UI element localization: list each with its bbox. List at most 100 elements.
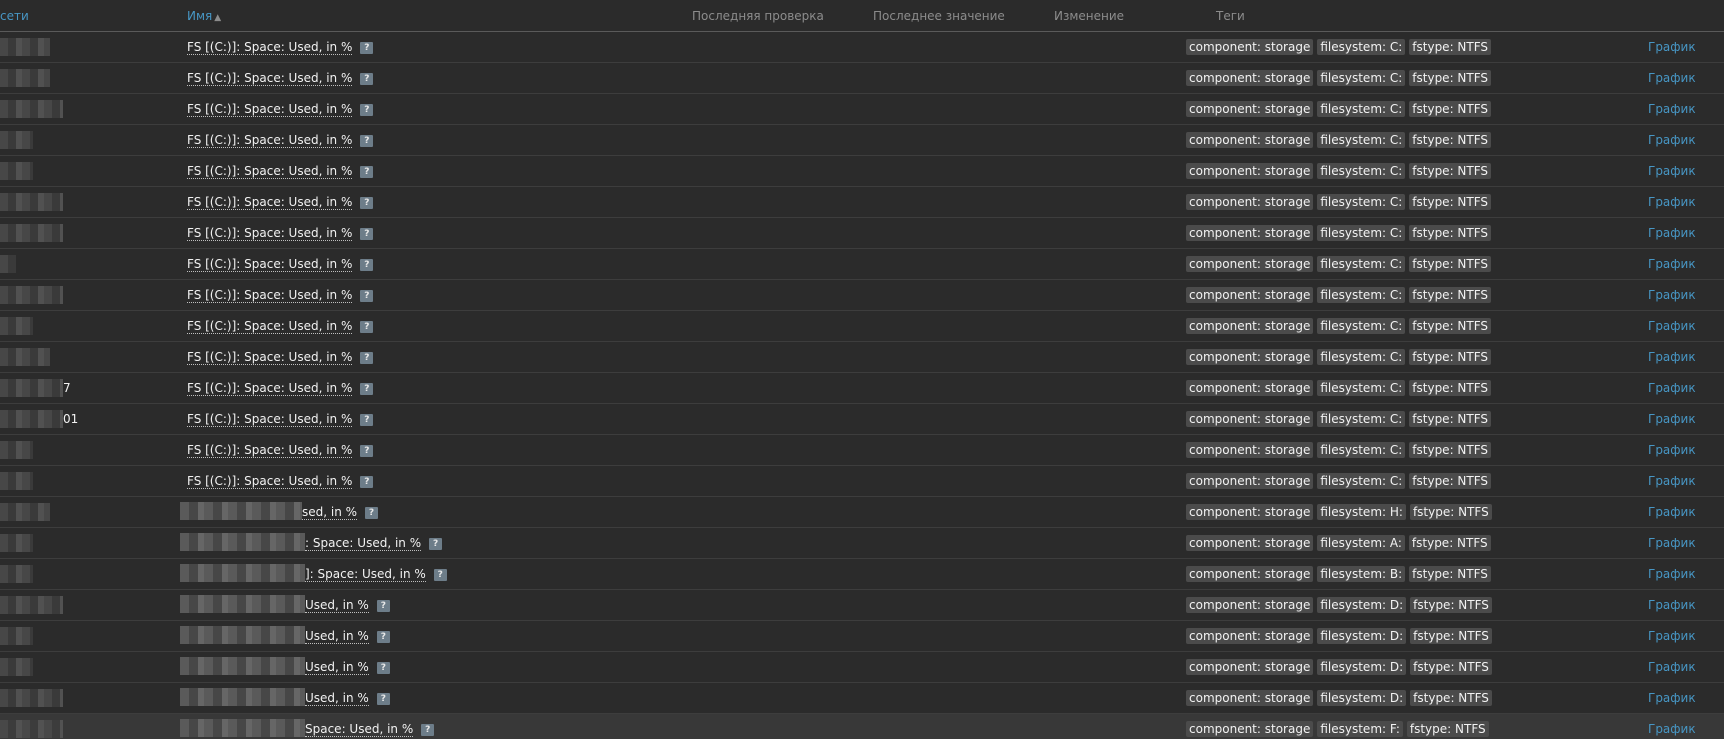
tag-badge[interactable]: fstype: NTFS	[1409, 380, 1492, 396]
item-name-link[interactable]: Used, in %	[305, 660, 369, 675]
tag-badge[interactable]: fstype: NTFS	[1409, 101, 1492, 117]
host-cell[interactable]	[0, 590, 120, 620]
graph-link[interactable]: График	[1648, 691, 1696, 705]
question-mark-icon[interactable]: ?	[376, 631, 390, 643]
tag-badge[interactable]: component: storage	[1186, 132, 1314, 148]
tag-badge[interactable]: filesystem: C:	[1317, 132, 1406, 148]
question-mark-icon[interactable]: ?	[360, 73, 374, 85]
tag-badge[interactable]: filesystem: C:	[1317, 101, 1406, 117]
question-mark-icon[interactable]: ?	[433, 569, 447, 581]
tag-badge[interactable]: filesystem: F:	[1317, 721, 1403, 737]
graph-link[interactable]: График	[1648, 350, 1696, 364]
tag-badge[interactable]: filesystem: C:	[1317, 70, 1406, 86]
tag-badge[interactable]: filesystem: D:	[1317, 597, 1407, 613]
tag-badge[interactable]: filesystem: D:	[1317, 659, 1407, 675]
tag-badge[interactable]: filesystem: C:	[1317, 287, 1406, 303]
tag-badge[interactable]: filesystem: C:	[1317, 442, 1406, 458]
graph-link[interactable]: График	[1648, 505, 1696, 519]
host-cell[interactable]	[0, 156, 120, 186]
item-name-link[interactable]: sed, in %	[302, 505, 358, 520]
host-cell[interactable]	[0, 342, 120, 372]
host-cell[interactable]: 7	[0, 373, 120, 403]
tag-badge[interactable]: filesystem: C:	[1317, 194, 1406, 210]
graph-link[interactable]: График	[1648, 381, 1696, 395]
item-name-link[interactable]: FS [(C:)]: Space: Used, in %	[187, 288, 353, 303]
question-mark-icon[interactable]: ?	[360, 414, 374, 426]
question-mark-icon[interactable]: ?	[360, 476, 374, 488]
tag-badge[interactable]: component: storage	[1186, 411, 1314, 427]
tag-badge[interactable]: filesystem: C:	[1317, 318, 1406, 334]
item-name-link[interactable]: FS [(C:)]: Space: Used, in %	[187, 133, 353, 148]
tag-badge[interactable]: component: storage	[1186, 318, 1314, 334]
graph-link[interactable]: График	[1648, 226, 1696, 240]
graph-link[interactable]: График	[1648, 443, 1696, 457]
host-cell[interactable]	[0, 466, 120, 496]
item-name-link[interactable]: FS [(C:)]: Space: Used, in %	[187, 71, 353, 86]
host-cell[interactable]	[0, 311, 120, 341]
graph-link[interactable]: График	[1648, 257, 1696, 271]
tag-badge[interactable]: fstype: NTFS	[1406, 721, 1489, 737]
tag-badge[interactable]: component: storage	[1186, 163, 1314, 179]
graph-link[interactable]: График	[1648, 412, 1696, 426]
graph-link[interactable]: График	[1648, 474, 1696, 488]
tag-badge[interactable]: filesystem: B:	[1317, 566, 1406, 582]
item-name-link[interactable]: ]: Space: Used, in %	[305, 567, 426, 582]
graph-link[interactable]: График	[1648, 598, 1696, 612]
tag-badge[interactable]: component: storage	[1186, 597, 1314, 613]
question-mark-icon[interactable]: ?	[360, 166, 374, 178]
tag-badge[interactable]: fstype: NTFS	[1410, 690, 1492, 706]
tag-badge[interactable]: component: storage	[1186, 442, 1314, 458]
tag-badge[interactable]: component: storage	[1186, 225, 1314, 241]
tag-badge[interactable]: fstype: NTFS	[1409, 442, 1492, 458]
graph-link[interactable]: График	[1648, 133, 1696, 147]
item-name-link[interactable]: FS [(C:)]: Space: Used, in %	[187, 195, 353, 210]
column-header-name[interactable]: Имя ▲	[187, 9, 221, 23]
item-name-link[interactable]: FS [(C:)]: Space: Used, in %	[187, 319, 353, 334]
tag-badge[interactable]: component: storage	[1186, 566, 1314, 582]
host-cell[interactable]	[0, 94, 120, 124]
question-mark-icon[interactable]: ?	[360, 290, 374, 302]
item-name-link[interactable]: FS [(C:)]: Space: Used, in %	[187, 226, 353, 241]
question-mark-icon[interactable]: ?	[360, 352, 374, 364]
question-mark-icon[interactable]: ?	[360, 104, 374, 116]
tag-badge[interactable]: component: storage	[1186, 194, 1314, 210]
graph-link[interactable]: График	[1648, 164, 1696, 178]
host-cell[interactable]	[0, 559, 120, 589]
tag-badge[interactable]: component: storage	[1186, 39, 1314, 55]
tag-badge[interactable]: filesystem: C:	[1317, 349, 1406, 365]
host-cell[interactable]	[0, 435, 120, 465]
tag-badge[interactable]: filesystem: D:	[1317, 628, 1407, 644]
graph-link[interactable]: График	[1648, 288, 1696, 302]
question-mark-icon[interactable]: ?	[360, 197, 374, 209]
host-cell[interactable]	[0, 714, 120, 739]
question-mark-icon[interactable]: ?	[421, 724, 435, 736]
tag-badge[interactable]: component: storage	[1186, 380, 1314, 396]
question-mark-icon[interactable]: ?	[360, 383, 374, 395]
tag-badge[interactable]: filesystem: H:	[1317, 504, 1406, 520]
host-cell[interactable]	[0, 63, 120, 93]
question-mark-icon[interactable]: ?	[376, 600, 390, 612]
item-name-link[interactable]: : Space: Used, in %	[305, 536, 422, 551]
host-cell[interactable]	[0, 683, 120, 713]
tag-badge[interactable]: fstype: NTFS	[1409, 411, 1492, 427]
host-cell[interactable]: 01	[0, 404, 120, 434]
tag-badge[interactable]: filesystem: D:	[1317, 690, 1407, 706]
question-mark-icon[interactable]: ?	[360, 321, 374, 333]
tag-badge[interactable]: fstype: NTFS	[1410, 659, 1492, 675]
item-name-link[interactable]: FS [(C:)]: Space: Used, in %	[187, 443, 353, 458]
graph-link[interactable]: График	[1648, 722, 1696, 736]
tag-badge[interactable]: fstype: NTFS	[1408, 535, 1491, 551]
item-name-link[interactable]: FS [(C:)]: Space: Used, in %	[187, 164, 353, 179]
question-mark-icon[interactable]: ?	[376, 693, 390, 705]
tag-badge[interactable]: fstype: NTFS	[1409, 256, 1492, 272]
host-cell[interactable]	[0, 218, 120, 248]
tag-badge[interactable]: component: storage	[1186, 70, 1314, 86]
question-mark-icon[interactable]: ?	[360, 228, 374, 240]
graph-link[interactable]: График	[1648, 71, 1696, 85]
question-mark-icon[interactable]: ?	[360, 135, 374, 147]
item-name-link[interactable]: FS [(C:)]: Space: Used, in %	[187, 381, 353, 396]
tag-badge[interactable]: component: storage	[1186, 256, 1314, 272]
tag-badge[interactable]: fstype: NTFS	[1409, 318, 1492, 334]
host-cell[interactable]	[0, 280, 120, 310]
question-mark-icon[interactable]: ?	[365, 507, 379, 519]
